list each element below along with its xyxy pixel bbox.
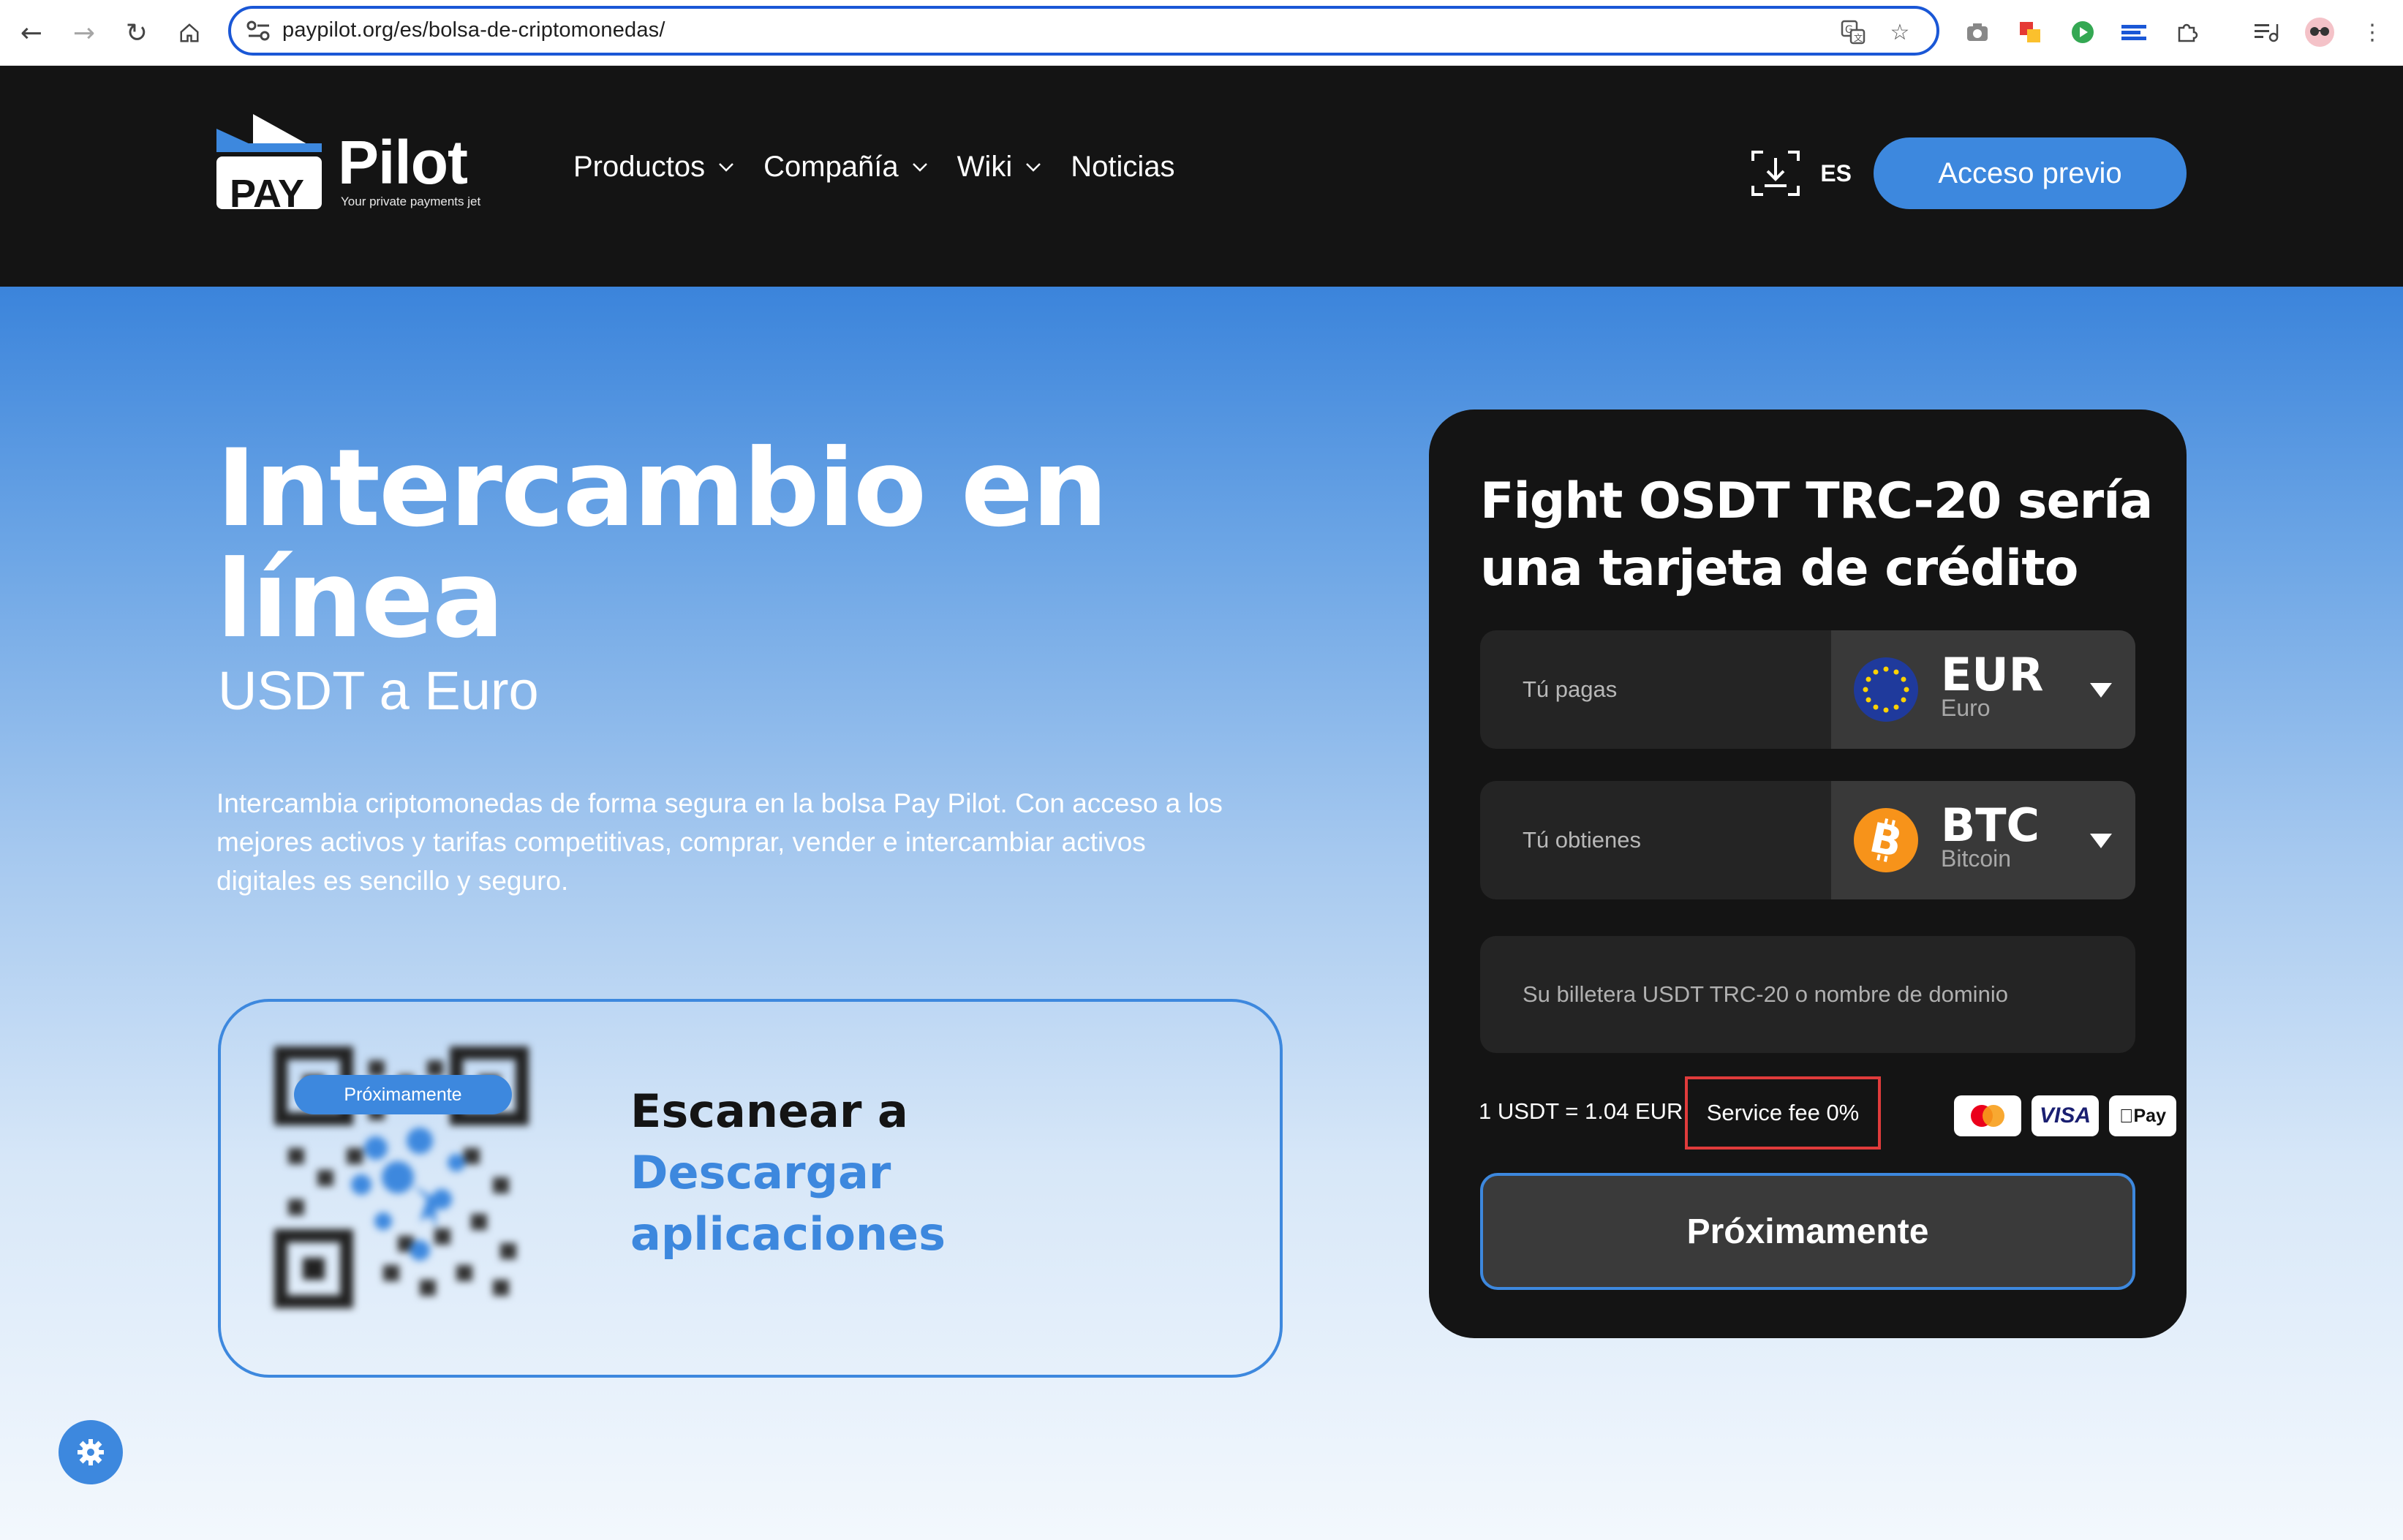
nav-noticias-label: Noticias bbox=[1071, 151, 1175, 183]
qr-card-text: Escanear a Descargar aplicaciones bbox=[630, 1081, 946, 1265]
coming-soon-submit-button[interactable]: Próximamente bbox=[1480, 1173, 2135, 1290]
nav-wiki-label: Wiki bbox=[957, 151, 1013, 183]
settings-button[interactable] bbox=[59, 1420, 123, 1484]
download-app-icon[interactable] bbox=[1750, 148, 1801, 199]
hero-title: Intercambio en línea bbox=[216, 433, 1460, 655]
play-extension-icon[interactable] bbox=[2065, 15, 2100, 50]
eu-flag-icon bbox=[1854, 657, 1918, 722]
stripes-extension-icon[interactable] bbox=[2116, 15, 2151, 50]
early-access-button[interactable]: Acceso previo bbox=[1874, 137, 2187, 209]
pay-currency-code: EUR bbox=[1941, 648, 2044, 701]
qr-text-download[interactable]: Descargar bbox=[630, 1142, 946, 1204]
nav-compania-label: Compañía bbox=[763, 151, 899, 183]
chevron-down-icon bbox=[719, 162, 733, 172]
reload-icon[interactable]: ↻ bbox=[118, 15, 155, 51]
camera-icon[interactable] bbox=[1960, 15, 1995, 50]
qr-download-card[interactable]: Próximamente Escanear a Descargar aplica… bbox=[218, 999, 1283, 1378]
pay-currency-name: Euro bbox=[1941, 695, 1991, 721]
exchange-rate: 1 USDT = 1.04 EUR bbox=[1479, 1098, 1683, 1124]
apple-pay-label: Pay bbox=[2126, 1105, 2166, 1126]
get-currency-name: Bitcoin bbox=[1941, 845, 2012, 872]
bookmark-star-icon[interactable]: ☆ bbox=[1885, 18, 1915, 47]
main-nav: Productos Compañía Wiki Noticias bbox=[573, 151, 1204, 184]
profile-avatar-icon[interactable] bbox=[2302, 15, 2337, 50]
visa-icon: VISA bbox=[2032, 1095, 2099, 1136]
logo-tagline: Your private payments jet bbox=[341, 195, 481, 208]
wallet-input[interactable] bbox=[1480, 936, 2135, 1053]
site-header: PAY Pilot Your private payments jet Prod… bbox=[0, 66, 2403, 287]
back-icon[interactable]: ← bbox=[13, 15, 50, 51]
hero-description: Intercambia criptomonedas de forma segur… bbox=[216, 788, 1223, 896]
service-fee-badge: Service fee 0% bbox=[1685, 1076, 1881, 1150]
coming-soon-badge: Próximamente bbox=[294, 1075, 512, 1114]
pay-label: Tú pagas bbox=[1523, 676, 1618, 702]
nav-wiki[interactable]: Wiki bbox=[957, 151, 1042, 184]
nav-noticias[interactable]: Noticias bbox=[1071, 151, 1174, 184]
nav-productos[interactable]: Productos bbox=[573, 151, 734, 184]
site-settings-icon[interactable] bbox=[246, 19, 272, 42]
home-icon[interactable] bbox=[171, 15, 208, 51]
get-currency-code: BTC bbox=[1941, 799, 2040, 852]
url-text[interactable]: paypilot.org/es/bolsa-de-criptomonedas/ bbox=[282, 18, 665, 42]
qr-text-scan: Escanear a bbox=[630, 1084, 908, 1138]
svg-text:文: 文 bbox=[1854, 32, 1863, 43]
get-row[interactable]: Tú obtienes B BTC Bitcoin bbox=[1480, 781, 2135, 899]
chevron-down-icon bbox=[1026, 162, 1041, 172]
visa-label: VISA bbox=[2039, 1103, 2091, 1128]
gear-icon bbox=[78, 1439, 104, 1465]
puzzle-icon[interactable] bbox=[2169, 15, 2204, 50]
language-selector[interactable]: ES bbox=[1820, 160, 1852, 187]
rate-row: 1 USDT = 1.04 EUR Service fee 0% VISA  … bbox=[1479, 1076, 2176, 1150]
nav-compania[interactable]: Compañía bbox=[763, 151, 928, 184]
mastercard-icon bbox=[1954, 1095, 2021, 1136]
wallet-field[interactable] bbox=[1480, 936, 2135, 1053]
paypilot-logo[interactable]: PAY Pilot Your private payments jet bbox=[216, 114, 502, 216]
translate-icon[interactable]: G文 bbox=[1838, 18, 1868, 47]
get-currency-select[interactable]: B BTC Bitcoin bbox=[1831, 781, 2135, 899]
browser-toolbar: ← → ↻ paypilot.org/es/bolsa-de-criptomon… bbox=[0, 0, 2403, 66]
exchange-title: Fight OSDT TRC-20 sería una tarjeta de c… bbox=[1480, 472, 2153, 597]
apple-pay-icon:  Pay bbox=[2109, 1095, 2176, 1136]
chevron-down-icon bbox=[912, 162, 927, 172]
pay-row[interactable]: Tú pagas EUR Euro bbox=[1480, 630, 2135, 749]
caret-down-icon bbox=[2090, 683, 2112, 698]
apple-logo-icon:  bbox=[2119, 1105, 2134, 1128]
exchange-card: Fight OSDT TRC-20 sería una tarjeta de c… bbox=[1429, 409, 2187, 1338]
forward-icon[interactable]: → bbox=[66, 15, 102, 51]
menu-icon[interactable]: ⋮ bbox=[2355, 15, 2390, 50]
header-actions: ES Acceso previo bbox=[1750, 137, 2187, 209]
logo-badge-text: PAY bbox=[230, 172, 305, 216]
nav-productos-label: Productos bbox=[573, 151, 706, 183]
hero-section: Intercambio en línea USDT a Euro Interca… bbox=[0, 287, 2403, 1540]
service-fee-text: Service fee 0% bbox=[1706, 1100, 1860, 1125]
office-extension-icon[interactable] bbox=[2012, 15, 2048, 50]
bitcoin-icon: B bbox=[1854, 808, 1918, 872]
hero-title-line2: línea bbox=[216, 537, 505, 662]
qr-text-apps[interactable]: aplicaciones bbox=[630, 1204, 946, 1265]
caret-down-icon bbox=[2090, 834, 2112, 848]
address-bar[interactable]: paypilot.org/es/bolsa-de-criptomonedas/ … bbox=[228, 6, 1939, 56]
media-icon[interactable] bbox=[2249, 15, 2285, 50]
payment-methods: VISA  Pay bbox=[1954, 1095, 2176, 1136]
pay-currency-select[interactable]: EUR Euro bbox=[1831, 630, 2135, 749]
logo-name: Pilot bbox=[338, 128, 468, 197]
hero-subtitle: USDT a Euro bbox=[218, 660, 539, 721]
hero-title-line1: Intercambio en bbox=[216, 426, 1108, 551]
get-label: Tú obtienes bbox=[1523, 827, 1641, 853]
